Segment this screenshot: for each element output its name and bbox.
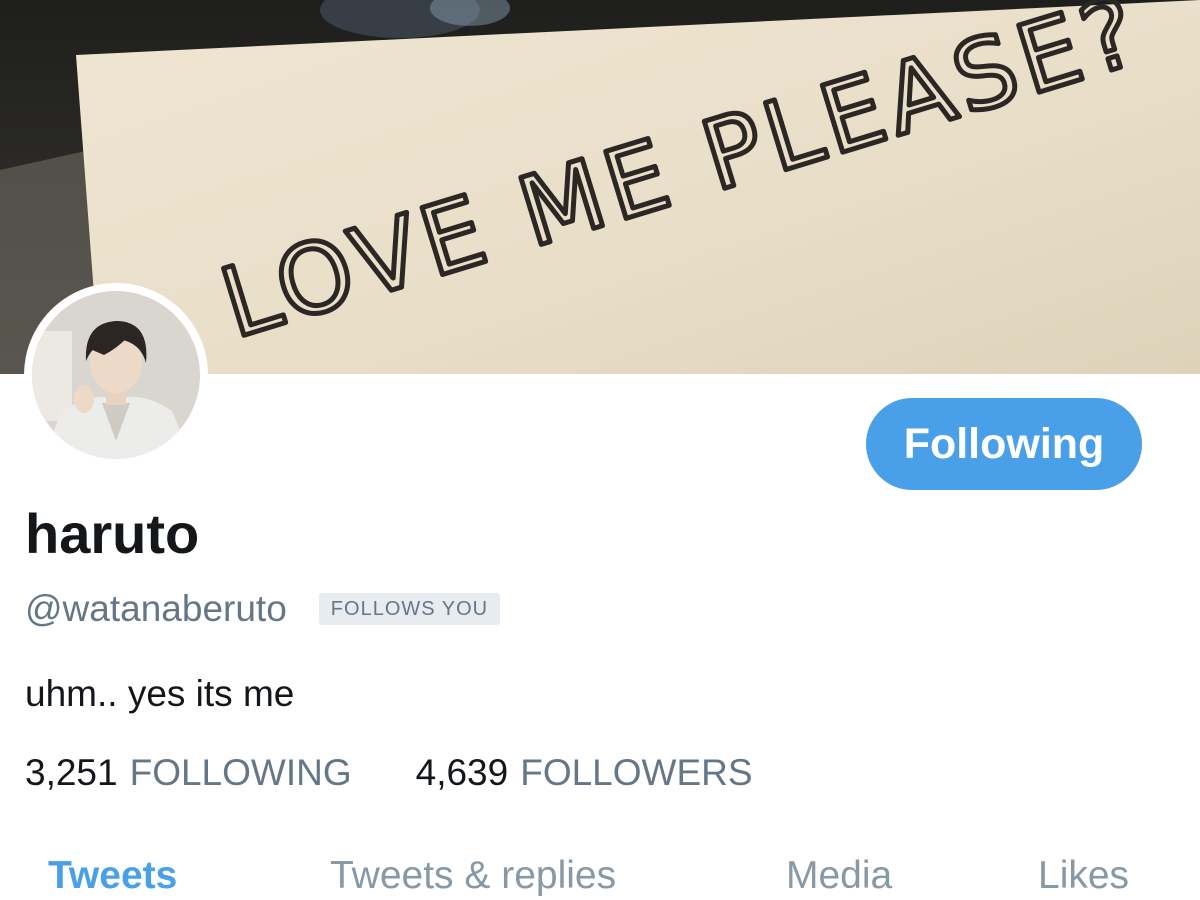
followers-label: FOLLOWERS: [520, 752, 753, 793]
user-handle: @watanaberuto: [25, 588, 287, 629]
profile-stats: 3,251 FOLLOWING 4,639 FOLLOWERS: [25, 754, 753, 791]
follows-you-badge: FOLLOWS YOU: [318, 592, 501, 625]
tab-tweets[interactable]: Tweets: [48, 856, 177, 895]
profile-bio: uhm.. yes its me: [25, 673, 295, 714]
followers-count: 4,639: [415, 752, 509, 793]
tab-media[interactable]: Media: [786, 856, 892, 895]
following-label: FOLLOWING: [129, 752, 352, 793]
handle-row: @watanaberuto FOLLOWS YOU: [25, 588, 501, 629]
following-stat[interactable]: 3,251 FOLLOWING: [25, 754, 352, 791]
display-name: haruto: [25, 502, 200, 565]
profile-photo: [32, 291, 200, 459]
tab-likes[interactable]: Likes: [1038, 856, 1129, 895]
tab-tweets-and-replies[interactable]: Tweets & replies: [330, 856, 616, 895]
followers-stat[interactable]: 4,639 FOLLOWERS: [416, 754, 753, 791]
following-button[interactable]: Following: [866, 398, 1142, 490]
avatar[interactable]: [24, 283, 208, 467]
profile-tabs: Tweets Tweets & replies Media Likes: [0, 856, 1200, 900]
following-count: 3,251: [25, 752, 118, 793]
